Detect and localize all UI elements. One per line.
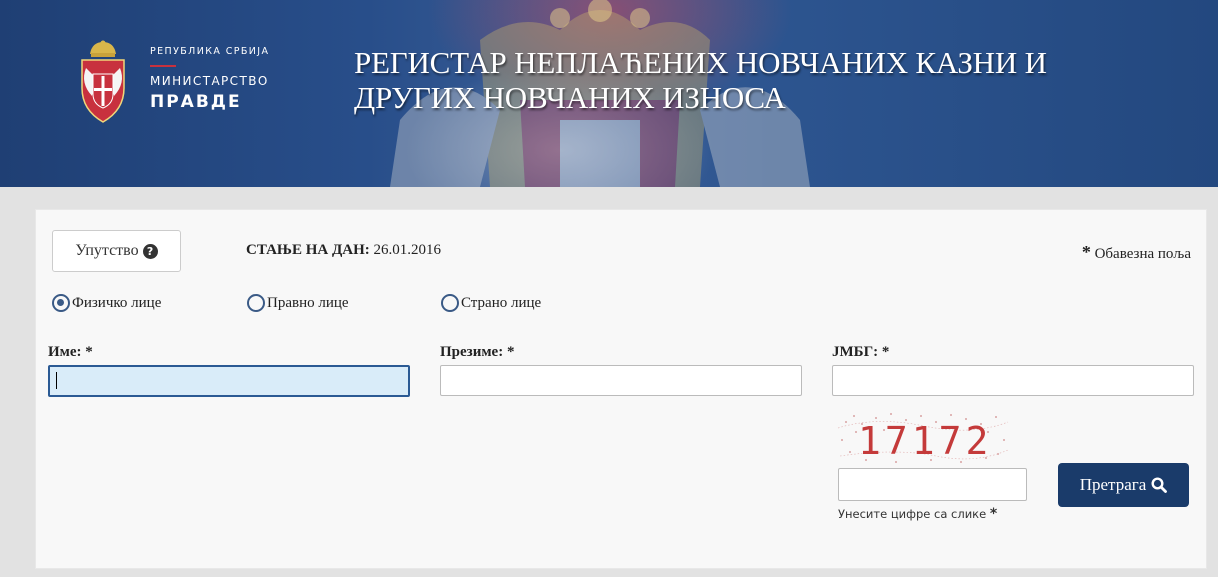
radio-label: Правно лице — [267, 294, 349, 311]
radio-legal-entity[interactable]: Правно лице — [247, 294, 349, 312]
instructions-label: Упутство — [75, 242, 139, 259]
first-name-label-text: Име: — [48, 344, 82, 360]
search-button[interactable]: Претрага — [1058, 463, 1189, 507]
page-title-line2: ДРУГИХ НОВЧАНИХ ИЗНОСА — [354, 80, 786, 115]
serbia-coat-of-arms-logo — [81, 40, 125, 123]
instructions-button[interactable]: Упутство ? — [52, 230, 181, 272]
required-mark: * — [506, 344, 515, 360]
jmbg-label: ЈМБГ: * — [832, 344, 889, 361]
radio-checked-icon — [52, 294, 70, 312]
radio-unchecked-icon — [247, 294, 265, 312]
ministry-branding: РЕПУБЛИКА СРБИЈА МИНИСТАРСТВО ПРАВДЕ — [150, 46, 269, 112]
branding-divider — [150, 65, 176, 67]
radio-unchecked-icon — [441, 294, 459, 312]
text-caret — [56, 372, 57, 389]
state-date: 26.01.2016 — [373, 242, 442, 258]
state-label: СТАЊЕ НА ДАН: — [246, 242, 370, 258]
search-icon — [1151, 477, 1168, 493]
ministry-name: ПРАВДЕ — [150, 92, 242, 112]
captcha-hint-text: Унесите цифре са слике — [838, 507, 987, 521]
ministry-label: МИНИСТАРСТВО — [150, 74, 269, 88]
site-header: РЕПУБЛИКА СРБИЈА МИНИСТАРСТВО ПРАВДЕ РЕГ… — [0, 0, 1218, 187]
captcha-hint: Унесите цифре са слике * — [838, 506, 997, 522]
radio-natural-person[interactable]: Физичко лице — [52, 294, 161, 312]
required-fields-note: * Обавезна поља — [1082, 242, 1191, 263]
search-button-label: Претрага — [1079, 475, 1147, 494]
captcha-image: 17172 — [837, 413, 1009, 463]
required-star: * — [1081, 242, 1091, 262]
captcha-field[interactable] — [838, 468, 1027, 501]
first-name-label: Име: * — [48, 344, 93, 361]
search-form-panel: Упутство ? СТАЊЕ НА ДАН: 26.01.2016 * Об… — [35, 209, 1207, 569]
last-name-label-text: Презиме: — [440, 344, 504, 360]
radio-foreign-person[interactable]: Страно лице — [441, 294, 541, 312]
captcha-digits: 17172 — [858, 419, 992, 463]
page-title: РЕГИСТАР НЕПЛАЋЕНИХ НОВЧАНИХ КАЗНИ И ДРУ… — [354, 45, 1154, 115]
radio-label: Физичко лице — [72, 294, 162, 311]
required-mark: * — [85, 344, 93, 360]
jmbg-label-text: ЈМБГ: — [832, 344, 879, 360]
required-label: Обавезна поља — [1094, 246, 1191, 262]
required-mark: * — [989, 506, 998, 522]
last-name-field[interactable] — [440, 365, 802, 396]
republic-label: РЕПУБЛИКА СРБИЈА — [150, 46, 270, 57]
radio-label: Страно лице — [461, 294, 542, 311]
question-circle-icon: ? — [142, 243, 158, 259]
page-title-line1: РЕГИСТАР НЕПЛАЋЕНИХ НОВЧАНИХ КАЗНИ И — [354, 45, 1047, 80]
required-mark: * — [881, 344, 890, 360]
last-name-label: Презиме: * — [440, 344, 514, 361]
first-name-field[interactable] — [48, 365, 410, 397]
state-as-of: СТАЊЕ НА ДАН: 26.01.2016 — [246, 242, 441, 259]
jmbg-field[interactable] — [832, 365, 1194, 396]
